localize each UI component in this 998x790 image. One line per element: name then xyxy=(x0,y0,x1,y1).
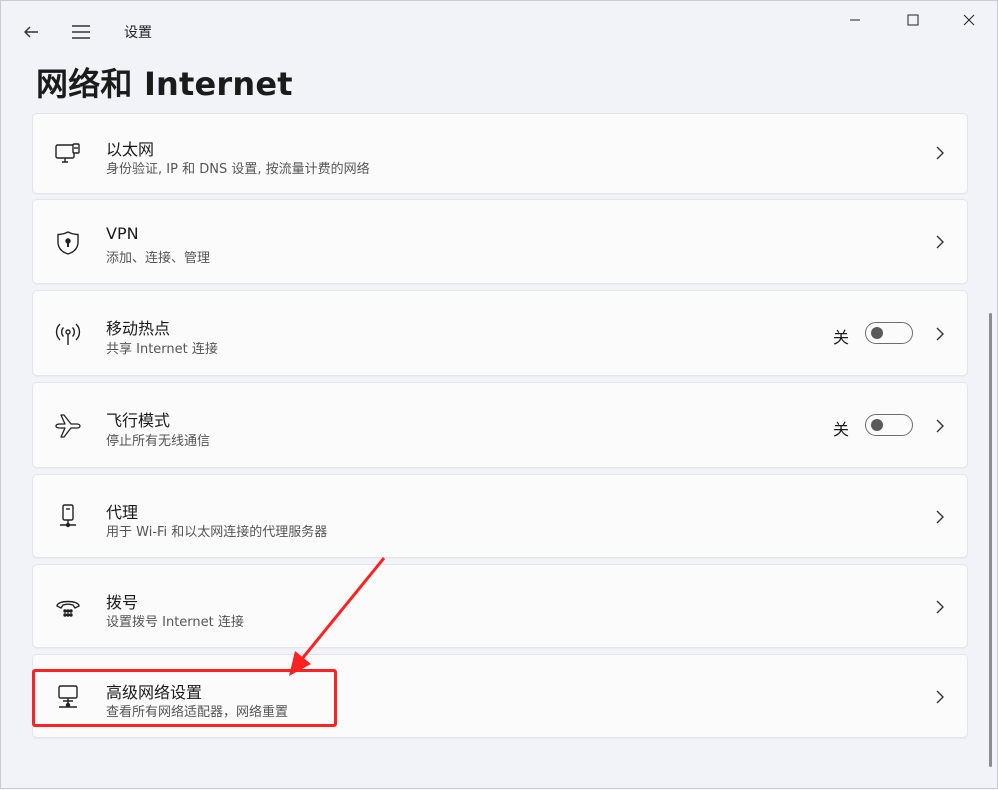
toggle-state-label: 关 xyxy=(832,328,849,347)
proxy-icon xyxy=(53,502,83,532)
close-icon xyxy=(963,14,975,26)
item-subtitle: 身份验证, IP 和 DNS 设置, 按流量计费的网络 xyxy=(106,162,370,177)
toggle-knob xyxy=(871,327,883,339)
item-subtitle: 添加、连接、管理 xyxy=(106,251,211,266)
chevron-right-icon xyxy=(933,597,947,617)
chevron-right-icon xyxy=(933,143,947,163)
ethernet-icon xyxy=(53,139,83,169)
settings-window: 设置 网络和 Internet 以太网 身份验证, IP 和 DNS 设置, 按… xyxy=(0,0,998,789)
item-subtitle: 用于 Wi-Fi 和以太网连接的代理服务器 xyxy=(106,525,328,540)
item-title: 高级网络设置 xyxy=(106,683,203,702)
settings-item-vpn[interactable]: VPN 添加、连接、管理 xyxy=(32,199,968,284)
chevron-right-icon xyxy=(933,507,947,527)
item-title: 移动热点 xyxy=(106,319,171,338)
hotspot-icon xyxy=(53,319,83,349)
item-subtitle: 查看所有网络适配器，网络重置 xyxy=(106,705,289,720)
chevron-right-icon xyxy=(933,232,947,252)
app-title: 设置 xyxy=(124,25,152,41)
mobile-hotspot-toggle[interactable] xyxy=(865,322,913,344)
item-subtitle: 设置拨号 Internet 连接 xyxy=(106,615,244,630)
item-title: 拨号 xyxy=(106,593,139,612)
chevron-right-icon xyxy=(933,416,947,436)
item-title: 飞行模式 xyxy=(106,411,171,430)
settings-item-advanced-network[interactable]: 高级网络设置 查看所有网络适配器，网络重置 xyxy=(32,654,968,738)
hamburger-icon xyxy=(72,25,90,39)
minimize-icon xyxy=(850,19,860,21)
back-button[interactable] xyxy=(15,17,47,47)
back-arrow-icon xyxy=(24,26,38,38)
settings-item-ethernet[interactable]: 以太网 身份验证, IP 和 DNS 设置, 按流量计费的网络 xyxy=(32,113,968,194)
item-title: 代理 xyxy=(106,503,139,522)
airplane-mode-toggle[interactable] xyxy=(865,414,913,436)
maximize-button[interactable] xyxy=(885,5,941,35)
toggle-state-label: 关 xyxy=(832,420,849,439)
title-bar: 设置 xyxy=(1,1,997,57)
dialup-icon xyxy=(53,593,83,623)
scrollbar[interactable] xyxy=(989,313,992,767)
menu-button[interactable] xyxy=(65,17,97,47)
item-title: 以太网 xyxy=(106,140,155,159)
settings-item-proxy[interactable]: 代理 用于 Wi-Fi 和以太网连接的代理服务器 xyxy=(32,474,968,558)
toggle-knob xyxy=(871,419,883,431)
shield-icon xyxy=(53,228,83,258)
airplane-icon xyxy=(53,411,83,441)
minimize-button[interactable] xyxy=(827,5,883,35)
page-title: 网络和 Internet xyxy=(36,65,293,103)
settings-item-dialup[interactable]: 拨号 设置拨号 Internet 连接 xyxy=(32,564,968,648)
network-adapter-icon xyxy=(53,682,83,712)
close-button[interactable] xyxy=(941,5,997,35)
item-title: VPN xyxy=(106,224,139,243)
chevron-right-icon xyxy=(933,687,947,707)
settings-item-mobile-hotspot[interactable]: 移动热点 共享 Internet 连接 关 xyxy=(32,290,968,376)
item-subtitle: 共享 Internet 连接 xyxy=(106,342,218,357)
chevron-right-icon xyxy=(933,324,947,344)
settings-item-airplane-mode[interactable]: 飞行模式 停止所有无线通信 关 xyxy=(32,382,968,468)
item-subtitle: 停止所有无线通信 xyxy=(106,434,211,449)
maximize-icon xyxy=(907,14,919,26)
